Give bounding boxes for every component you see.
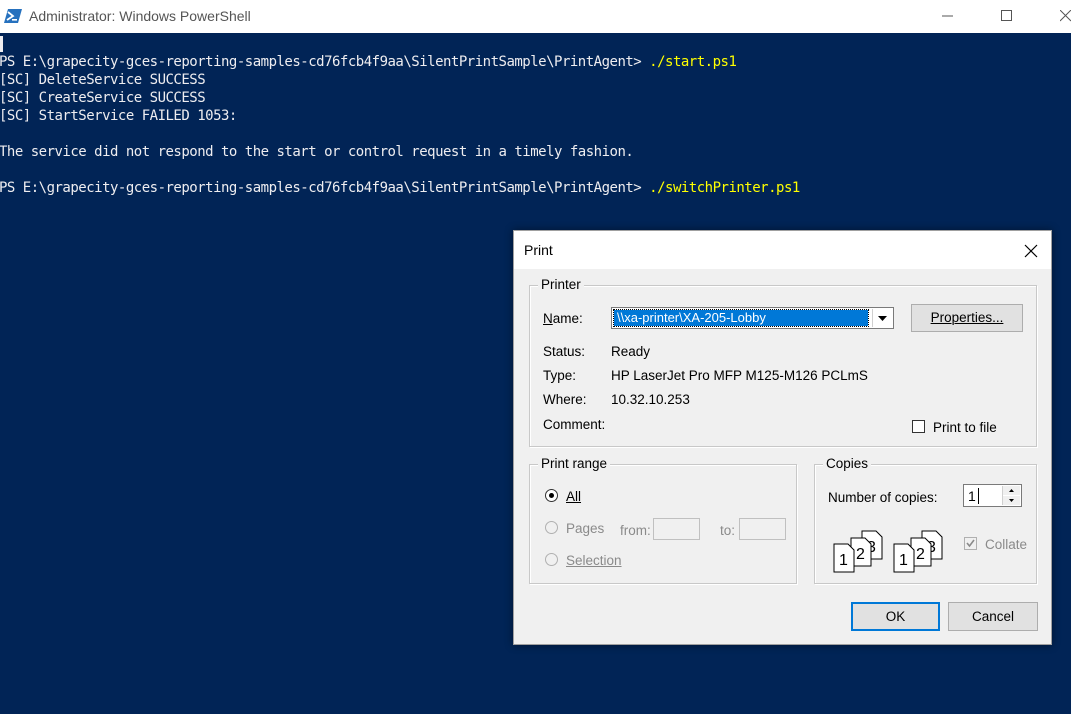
type-value: HP LaserJet Pro MFP M125-M126 PCLmS: [611, 368, 868, 383]
close-icon: [1024, 244, 1038, 258]
print-dialog: Print Printer Name: \\xa-printer\XA-205-…: [513, 230, 1052, 645]
svg-text:1: 1: [839, 552, 848, 569]
console-command: ./switchPrinter.ps1: [649, 180, 800, 196]
status-value: Ready: [611, 344, 651, 359]
comment-label: Comment:: [543, 417, 606, 432]
where-label: Where:: [543, 392, 587, 407]
minimize-icon: [942, 15, 953, 17]
checkmark-icon: [966, 539, 975, 548]
minimize-button[interactable]: [925, 0, 971, 33]
dropdown-arrow-button[interactable]: [872, 309, 892, 327]
printer-name-label: Name:: [543, 311, 583, 326]
from-input[interactable]: [653, 518, 700, 540]
text-caret: [978, 488, 979, 504]
printer-group-label: Printer: [538, 277, 584, 292]
status-label: Status:: [543, 344, 586, 359]
copies-spinner[interactable]: 1: [963, 484, 1022, 507]
window-title: Administrator: Windows PowerShell: [29, 8, 251, 24]
spinner-buttons[interactable]: [1002, 486, 1020, 505]
properties-button[interactable]: Properties...: [911, 304, 1023, 332]
printer-name-value: \\xa-printer\XA-205-Lobby: [613, 309, 869, 327]
all-radio[interactable]: [545, 489, 558, 502]
dialog-title: Print: [524, 242, 553, 258]
chevron-down-icon: [878, 316, 887, 321]
print-to-file-label[interactable]: Print to file: [933, 420, 997, 435]
collate-label[interactable]: Collate: [985, 537, 1027, 552]
svg-text:2: 2: [916, 546, 925, 563]
pages-radio-label[interactable]: Pages: [566, 521, 604, 536]
printer-name-select[interactable]: \\xa-printer\XA-205-Lobby: [611, 307, 894, 329]
dialog-titlebar[interactable]: Print: [514, 231, 1051, 269]
ok-button[interactable]: OK: [851, 602, 940, 631]
svg-text:1: 1: [899, 552, 908, 569]
print-to-file-checkbox[interactable]: [912, 420, 925, 433]
maximize-icon: [1001, 10, 1012, 21]
console-line: PS E:\grapecity-gces-reporting-samples-c…: [0, 180, 800, 196]
to-input[interactable]: [739, 518, 786, 540]
dialog-close-button[interactable]: [1019, 240, 1043, 262]
properties-button-label: Properties...: [930, 310, 1004, 325]
where-value: 10.32.10.253: [611, 392, 690, 407]
console-line: PS E:\grapecity-gces-reporting-samples-c…: [0, 54, 737, 70]
ok-button-label: OK: [885, 609, 906, 624]
copies-value: 1: [968, 488, 976, 504]
copies-group-label: Copies: [823, 456, 872, 471]
print-range-group-label: Print range: [538, 456, 611, 471]
collate-checkbox[interactable]: [964, 537, 977, 550]
svg-text:2: 2: [856, 546, 865, 563]
selection-radio-label[interactable]: Selection: [566, 553, 622, 568]
console-line: [SC] CreateService SUCCESS: [0, 90, 206, 106]
powershell-icon: [4, 9, 22, 23]
number-of-copies-label: Number of copies:: [828, 490, 938, 505]
maximize-button[interactable]: [984, 0, 1030, 33]
collate-pages-icon: 3 2 1 3 2 1: [833, 530, 943, 573]
pages-radio[interactable]: [545, 521, 558, 534]
all-radio-label[interactable]: All: [566, 489, 581, 504]
console-command: ./start.ps1: [649, 54, 737, 70]
from-label: from:: [620, 523, 651, 538]
spinner-arrows-icon: [1003, 486, 1020, 505]
selection-radio[interactable]: [545, 553, 558, 566]
console-line: The service did not respond to the start…: [0, 144, 634, 160]
cancel-button[interactable]: Cancel: [948, 602, 1038, 631]
to-label: to:: [720, 523, 736, 538]
window-titlebar[interactable]: Administrator: Windows PowerShell: [0, 0, 1071, 33]
console-cursor: [0, 36, 3, 52]
cancel-button-label: Cancel: [971, 609, 1015, 624]
close-icon: [1060, 10, 1071, 22]
type-label: Type:: [543, 368, 577, 383]
console-line: [SC] StartService FAILED 1053:: [0, 108, 237, 124]
window-close-button[interactable]: [1043, 0, 1071, 33]
console-line: [SC] DeleteService SUCCESS: [0, 72, 206, 88]
